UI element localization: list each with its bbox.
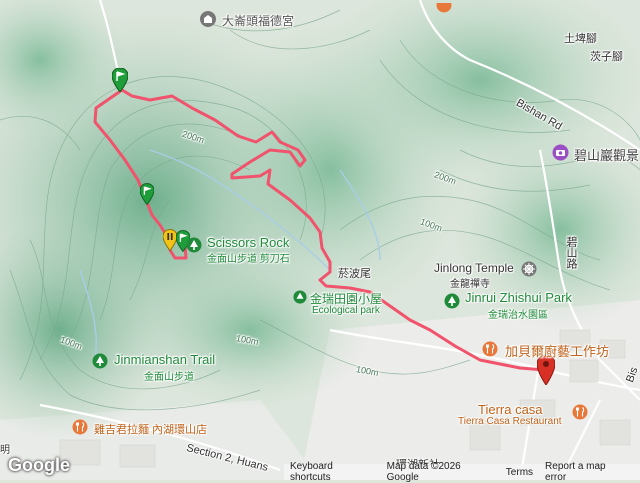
place-zhuzijiao: 茨子腳: [590, 51, 623, 63]
park-icon[interactable]: [186, 237, 202, 258]
poi-jinrui-park-zh: 金瑞治水園區: [488, 310, 548, 321]
restaurant-icon-2[interactable]: [572, 404, 588, 425]
place-tuzhijiao: 土埤腳: [564, 33, 597, 45]
dharma-wheel-icon: [521, 261, 537, 282]
poi-jinmianshan-zh: 金面山步道: [144, 372, 194, 383]
road-bishan-lu: 碧山路: [565, 236, 577, 269]
map-footer: Keyboard shortcuts Map data ©2026 Google…: [284, 461, 640, 483]
poi-jinlong-temple-zh: 金龍禪寺: [450, 279, 490, 290]
left-edge-text: 明: [0, 445, 10, 456]
poi-ecological-park[interactable]: Ecological park: [312, 305, 380, 316]
terrain-map[interactable]: [0, 0, 640, 480]
poi-jinrui-park-label[interactable]: Jinrui Zhishui Park: [465, 290, 572, 305]
viewpoint-icon[interactable]: [552, 144, 569, 166]
place-area-label: 菸波尾: [338, 268, 371, 280]
poi-ramen[interactable]: 雞吉君拉麵 內湖環山店: [94, 421, 207, 437]
restaurant-icon-3[interactable]: [72, 419, 88, 440]
terms-link[interactable]: Terms: [506, 467, 533, 478]
temple-top-label[interactable]: 大崙頭福德宮: [222, 12, 294, 29]
restaurant-icon[interactable]: [482, 341, 498, 362]
park-icon-2[interactable]: [293, 290, 307, 309]
poi-tierra-restaurant-zh: Tierra Casa Restaurant: [458, 416, 562, 427]
poi-tierra-casa[interactable]: Tierra casa: [478, 402, 543, 417]
end-location-marker[interactable]: [536, 354, 556, 390]
flag-marker-2[interactable]: [139, 183, 155, 210]
google-logo[interactable]: Google: [8, 455, 70, 476]
park-icon-3[interactable]: [444, 293, 460, 314]
temple-icon[interactable]: [199, 10, 217, 33]
restaurant-icon-top[interactable]: [436, 0, 452, 18]
poi-scissors-rock-zh: 金面山步道 剪刀石: [207, 254, 290, 265]
poi-scissors-rock-label[interactable]: Scissors Rock: [207, 235, 289, 250]
poi-bishanyan-label[interactable]: 碧山巖觀景: [574, 145, 639, 164]
poi-jinlong-temple[interactable]: Jinlong Temple: [434, 261, 514, 275]
poi-jiabei-workshop[interactable]: 加貝爾廚藝工作坊: [505, 341, 609, 360]
start-flag-marker[interactable]: [111, 67, 129, 97]
poi-jinmianshan-trail[interactable]: Jinmianshan Trail: [114, 352, 215, 367]
waypoint-yellow-marker[interactable]: [162, 229, 178, 256]
park-icon-4[interactable]: [92, 353, 108, 374]
